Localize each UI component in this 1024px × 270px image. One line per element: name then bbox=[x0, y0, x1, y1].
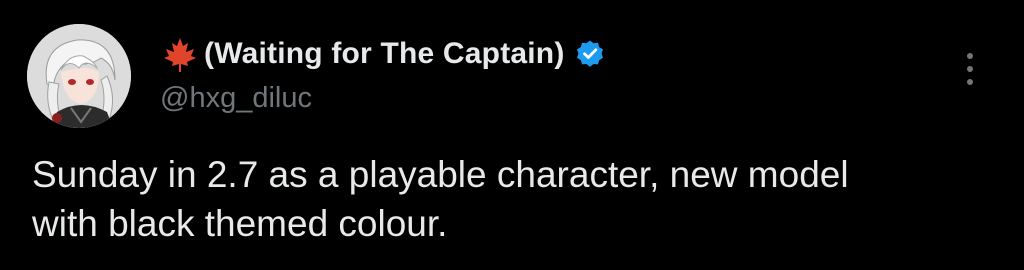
tweet-text-line-1: Sunday in 2.7 as a playable character, n… bbox=[32, 154, 849, 195]
verified-badge-icon[interactable] bbox=[575, 39, 605, 69]
author-name-row[interactable]: (Waiting for The Captain) bbox=[160, 34, 605, 74]
maple-leaf-icon bbox=[164, 38, 196, 72]
more-options-icon[interactable] bbox=[958, 47, 982, 91]
dot bbox=[967, 53, 973, 59]
author-avatar[interactable] bbox=[27, 24, 131, 128]
tweet-text: Sunday in 2.7 as a playable character, n… bbox=[32, 150, 1002, 248]
dot bbox=[967, 66, 973, 72]
tweet-text-line-2: with black themed colour. bbox=[32, 203, 448, 244]
author-handle[interactable]: @hxg_diluc bbox=[160, 82, 312, 115]
tweet-card[interactable]: (Waiting for The Captain) @hxg_diluc Sun… bbox=[0, 0, 1024, 270]
author-display-name[interactable]: (Waiting for The Captain) bbox=[204, 37, 565, 71]
dot bbox=[967, 79, 973, 85]
avatar-image bbox=[27, 24, 131, 128]
